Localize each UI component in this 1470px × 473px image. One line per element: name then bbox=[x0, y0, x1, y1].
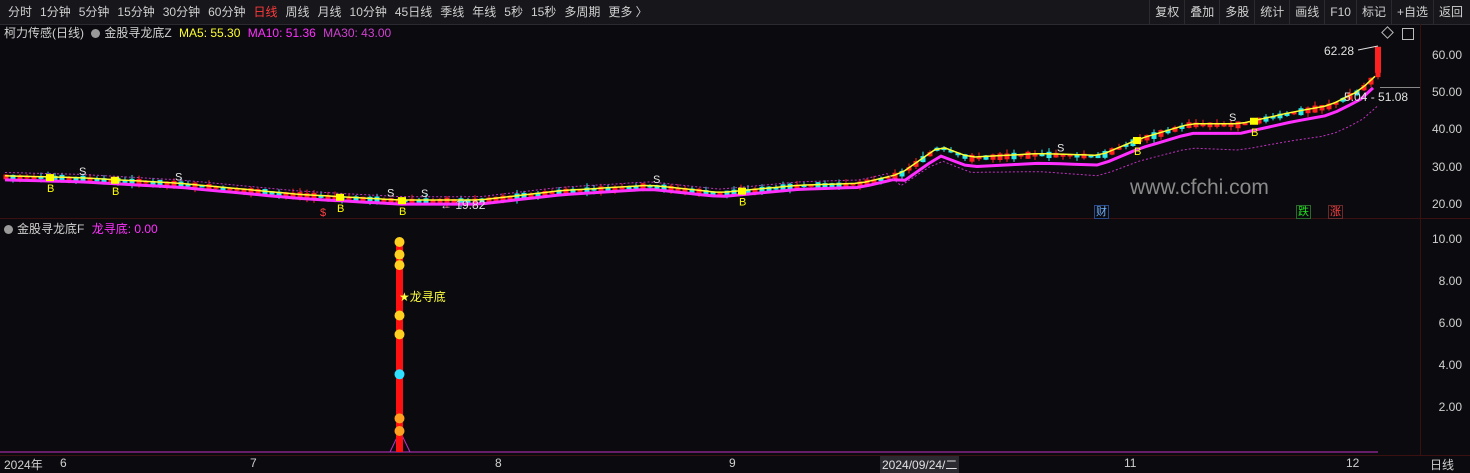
sub-y-tick-6: 6.00 bbox=[1438, 316, 1462, 330]
candle-body bbox=[1298, 108, 1304, 116]
buy-signal: B bbox=[337, 203, 344, 215]
y-tick-40: 40.00 bbox=[1431, 122, 1462, 136]
date-label-jul: 7 bbox=[250, 456, 257, 470]
buy-signal-box bbox=[111, 176, 119, 184]
candle-body bbox=[1046, 151, 1052, 159]
buy-signal-box bbox=[398, 197, 406, 205]
sub-y-tick-10: 10.00 bbox=[1431, 232, 1462, 246]
buy-signal-box bbox=[1250, 117, 1258, 125]
y-tick-30: 30.00 bbox=[1431, 160, 1462, 174]
date-label-jun: 6 bbox=[60, 456, 67, 470]
sub-y-tick-8: 8.00 bbox=[1438, 274, 1462, 288]
buy-signal-box bbox=[336, 193, 344, 201]
date-label-dec: 12 bbox=[1346, 456, 1360, 470]
die-badge[interactable]: 跌 bbox=[1296, 205, 1311, 219]
candle-body bbox=[1025, 151, 1031, 159]
buy-signal: B bbox=[1251, 127, 1258, 139]
watermark: www.cfchi.com bbox=[1130, 176, 1269, 199]
buy-signal: B bbox=[739, 197, 746, 209]
date-label-nov: 11 bbox=[1124, 456, 1137, 470]
candle-body bbox=[997, 153, 1003, 160]
signal-marker bbox=[394, 249, 405, 260]
sell-signal: S bbox=[421, 188, 428, 200]
zhang-badge[interactable]: 涨 bbox=[1328, 205, 1343, 219]
date-label-sep: 9 bbox=[729, 456, 736, 470]
sell-signal: S bbox=[175, 171, 182, 183]
date-label-2024: 2024年 bbox=[4, 458, 43, 472]
y-tick-60: 60.00 bbox=[1431, 48, 1462, 62]
signal-marker bbox=[394, 426, 405, 436]
y-tick-50: 50.00 bbox=[1431, 85, 1462, 99]
sub-y-tick-4: 4.00 bbox=[1438, 358, 1462, 372]
sell-signal: S bbox=[79, 166, 86, 178]
buy-signal: B bbox=[399, 206, 406, 218]
candle-body bbox=[1375, 72, 1381, 78]
signal-marker bbox=[394, 260, 405, 271]
signal-marker bbox=[394, 369, 405, 380]
signal-marker bbox=[394, 413, 405, 424]
low-price-label: ← 19.82 bbox=[440, 198, 486, 212]
kline-chart[interactable]: SB BSBSBSSBS BSB$ bbox=[0, 0, 1470, 471]
sell-signal: S bbox=[1229, 112, 1236, 124]
buy-signal: B bbox=[112, 186, 119, 198]
sell-signal: S bbox=[387, 188, 394, 200]
buy-signal: B bbox=[47, 183, 54, 195]
buy-signal-box bbox=[738, 187, 746, 195]
candle-body bbox=[1004, 153, 1010, 160]
caibao-badge[interactable]: 财 bbox=[1094, 205, 1109, 219]
price-range-label: 5.04 - 51.08 bbox=[1344, 90, 1409, 104]
signal-marker bbox=[394, 237, 405, 247]
signal-marker bbox=[394, 310, 405, 321]
cursor-date-label: 2024/09/24/二 bbox=[880, 456, 960, 473]
period-label: 日线 bbox=[1430, 458, 1455, 472]
dollar-signal: $ bbox=[320, 207, 326, 219]
dragon-bottom-signal-label: ★龙寻底 bbox=[399, 290, 446, 304]
sell-signal: S bbox=[653, 174, 660, 186]
y-tick-20: 20.00 bbox=[1431, 197, 1462, 211]
buy-signal-box bbox=[1133, 137, 1141, 145]
buy-signal-box bbox=[46, 174, 54, 182]
sub-y-tick-2: 2.00 bbox=[1438, 400, 1462, 414]
high-price-label: 62.28 bbox=[1324, 44, 1355, 58]
sub-indicator-plot bbox=[0, 237, 1378, 453]
buy-signal: B bbox=[1134, 146, 1141, 158]
candle-body bbox=[1375, 46, 1381, 73]
signal-marker bbox=[394, 329, 405, 340]
candle-body bbox=[1011, 152, 1017, 160]
date-label-aug: 8 bbox=[495, 456, 502, 470]
sell-signal: S bbox=[1057, 142, 1064, 154]
